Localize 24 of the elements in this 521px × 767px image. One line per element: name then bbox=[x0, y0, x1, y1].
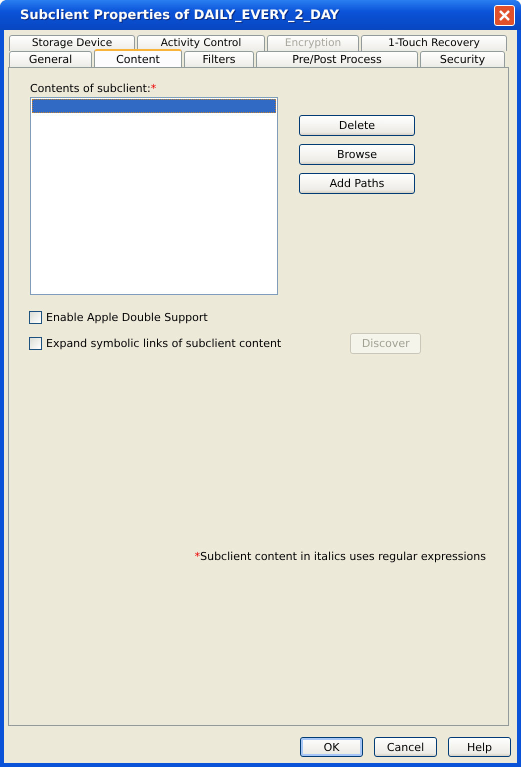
dialog-button[interactable]: OK bbox=[300, 737, 363, 757]
checkbox[interactable] bbox=[29, 311, 42, 324]
tab[interactable]: Storage Device bbox=[9, 35, 135, 51]
dialog-button[interactable]: Cancel bbox=[374, 737, 437, 757]
contents-label: Contents of subclient:* bbox=[30, 82, 158, 95]
close-button[interactable] bbox=[494, 4, 515, 26]
contents-list[interactable] bbox=[30, 97, 278, 295]
action-button[interactable]: Add Paths bbox=[299, 173, 415, 194]
checkbox-label: Enable Apple Double Support bbox=[46, 311, 208, 324]
dialog-button[interactable]: Help bbox=[448, 737, 511, 757]
action-button[interactable]: Browse bbox=[299, 144, 415, 165]
tab[interactable]: Filters bbox=[184, 51, 254, 67]
action-button[interactable]: Delete bbox=[299, 115, 415, 136]
tab[interactable]: 1-Touch Recovery bbox=[361, 35, 507, 51]
tab[interactable]: Pre/Post Process bbox=[256, 51, 418, 67]
close-icon bbox=[498, 8, 511, 22]
tab[interactable]: Activity Control bbox=[137, 35, 265, 51]
tab[interactable]: Security bbox=[420, 51, 505, 67]
window-title: Subclient Properties of DAILY_EVERY_2_DAY bbox=[20, 8, 340, 22]
tab[interactable]: General bbox=[9, 51, 92, 67]
tab[interactable]: Content bbox=[94, 49, 182, 67]
checkbox-label: Expand symbolic links of subclient content bbox=[46, 337, 282, 350]
footnote-text: *Subclient content in italics uses regular expressions bbox=[194, 550, 486, 563]
checkbox[interactable] bbox=[29, 337, 42, 350]
